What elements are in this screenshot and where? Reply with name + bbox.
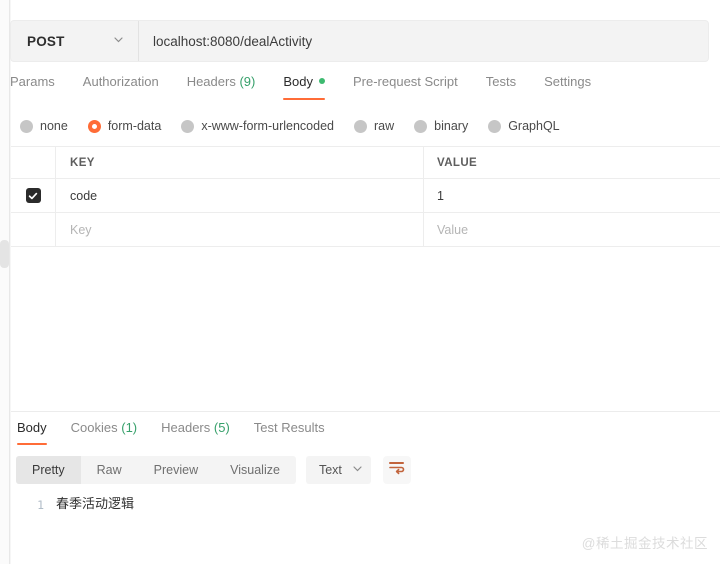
watermark: @稀土掘金技术社区 (581, 536, 708, 551)
postman-window: POST localhost:8080/dealActivity Params … (0, 0, 720, 564)
tab-authorization-label: Authorization (82, 74, 159, 89)
tab-headers[interactable]: Headers (9) (187, 72, 256, 100)
response-tab-body[interactable]: Body (17, 418, 47, 445)
tab-settings-label: Settings (544, 74, 592, 89)
radio-form-data-label: form-data (107, 119, 162, 133)
response-tab-headers[interactable]: Headers (5) (161, 418, 230, 445)
tab-pre-request-script[interactable]: Pre-request Script (353, 72, 458, 100)
response-body-text: 春季活动逻辑 (56, 497, 135, 512)
radio-form-data[interactable]: form-data (87, 119, 162, 133)
row-checkbox[interactable] (25, 188, 41, 203)
request-body-empty-area (11, 248, 720, 412)
response-tab-cookies-label: Cookies (70, 420, 118, 435)
response-format-select[interactable]: Text (305, 456, 371, 484)
sidebar-scrollbar-thumb[interactable] (0, 240, 9, 268)
response-format-label: Text (318, 463, 342, 477)
response-view-toolbar: Pretty Raw Preview Visualize Text (16, 456, 411, 484)
word-wrap-button[interactable] (382, 456, 411, 484)
radio-none[interactable]: none (20, 119, 68, 133)
tab-tests-label: Tests (485, 74, 517, 89)
empty-row-check-cell (11, 213, 56, 246)
response-view-mode-group: Pretty Raw Preview Visualize (16, 456, 296, 484)
response-tabs: Body Cookies (1) Headers (5) Test Result… (17, 418, 349, 445)
table-header-check-cell (11, 147, 56, 178)
view-mode-pretty[interactable]: Pretty (16, 456, 81, 484)
form-data-table: KEY VALUE code 1 Key Value (11, 146, 720, 247)
response-tab-test-results-label: Test Results (253, 420, 325, 435)
radio-none-icon (20, 119, 33, 133)
tab-headers-label: Headers (186, 74, 236, 89)
radio-x-www-form-urlencoded[interactable]: x-www-form-urlencoded (181, 119, 334, 133)
tab-pre-request-script-label: Pre-request Script (352, 74, 458, 89)
column-header-key: KEY (70, 156, 95, 169)
radio-binary-label: binary (434, 119, 469, 133)
table-row: code 1 (11, 179, 720, 213)
http-method-label: POST (27, 33, 65, 49)
empty-row-key-input[interactable]: Key (56, 213, 424, 246)
left-gutter (0, 0, 10, 564)
view-mode-raw[interactable]: Raw (81, 456, 138, 484)
response-tab-body-label: Body (17, 420, 47, 435)
radio-graphql-icon (488, 119, 502, 133)
radio-none-label: none (40, 119, 68, 133)
body-type-radio-group: none form-data x-www-form-urlencoded raw… (20, 114, 710, 138)
tab-body[interactable]: Body (283, 72, 325, 100)
response-tab-cookies[interactable]: Cookies (1) (71, 418, 137, 445)
radio-raw-label: raw (374, 119, 395, 133)
tab-settings[interactable]: Settings (544, 72, 591, 100)
word-wrap-icon (388, 460, 405, 480)
radio-x-www-form-urlencoded-icon (181, 119, 195, 133)
row-check-cell (11, 179, 56, 212)
radio-binary[interactable]: binary (414, 119, 468, 133)
table-header-key-cell: KEY (56, 147, 424, 178)
column-header-value: VALUE (437, 156, 478, 169)
http-method-select[interactable]: POST (11, 21, 139, 61)
radio-raw[interactable]: raw (354, 119, 394, 133)
view-mode-visualize[interactable]: Visualize (214, 456, 296, 484)
tab-tests[interactable]: Tests (486, 72, 516, 100)
radio-graphql[interactable]: GraphQL (488, 119, 560, 133)
tab-params-label: Params (10, 74, 55, 89)
row-value-cell[interactable]: 1 (424, 179, 720, 212)
response-pane-divider[interactable] (11, 411, 720, 412)
body-modified-dot-icon (318, 78, 325, 84)
response-tab-headers-count: (5) (213, 420, 230, 435)
radio-graphql-label: GraphQL (508, 119, 560, 133)
request-url-input[interactable]: localhost:8080/dealActivity (139, 21, 708, 61)
radio-form-data-icon (87, 119, 101, 133)
row-key-value: code (70, 188, 98, 203)
tab-params[interactable]: Params (10, 72, 55, 100)
request-tabs: Params Authorization Headers (9) Body Pr… (10, 72, 709, 104)
radio-x-www-form-urlencoded-label: x-www-form-urlencoded (201, 119, 334, 133)
line-number: 1 (37, 498, 44, 512)
url-bar: POST localhost:8080/dealActivity (10, 20, 709, 62)
radio-raw-icon (354, 119, 367, 133)
chevron-down-icon (113, 32, 124, 50)
table-empty-row: Key Value (11, 213, 720, 247)
empty-row-value-input[interactable]: Value (424, 213, 720, 246)
table-header-value-cell: VALUE (424, 147, 720, 178)
row-key-cell[interactable]: code (56, 179, 424, 212)
row-value-value: 1 (437, 188, 444, 203)
chevron-down-icon (352, 461, 363, 479)
empty-row-key-placeholder: Key (70, 222, 92, 237)
tab-body-label: Body (283, 74, 313, 89)
radio-binary-icon (414, 119, 428, 133)
tab-authorization[interactable]: Authorization (83, 72, 159, 100)
view-mode-preview[interactable]: Preview (138, 456, 214, 484)
response-tab-test-results[interactable]: Test Results (254, 418, 325, 445)
response-tab-cookies-count: (1) (121, 420, 138, 435)
response-tab-headers-label: Headers (161, 420, 211, 435)
tab-headers-count: (9) (239, 74, 256, 89)
table-header-row: KEY VALUE (11, 147, 720, 179)
empty-row-value-placeholder: Value (437, 222, 469, 237)
